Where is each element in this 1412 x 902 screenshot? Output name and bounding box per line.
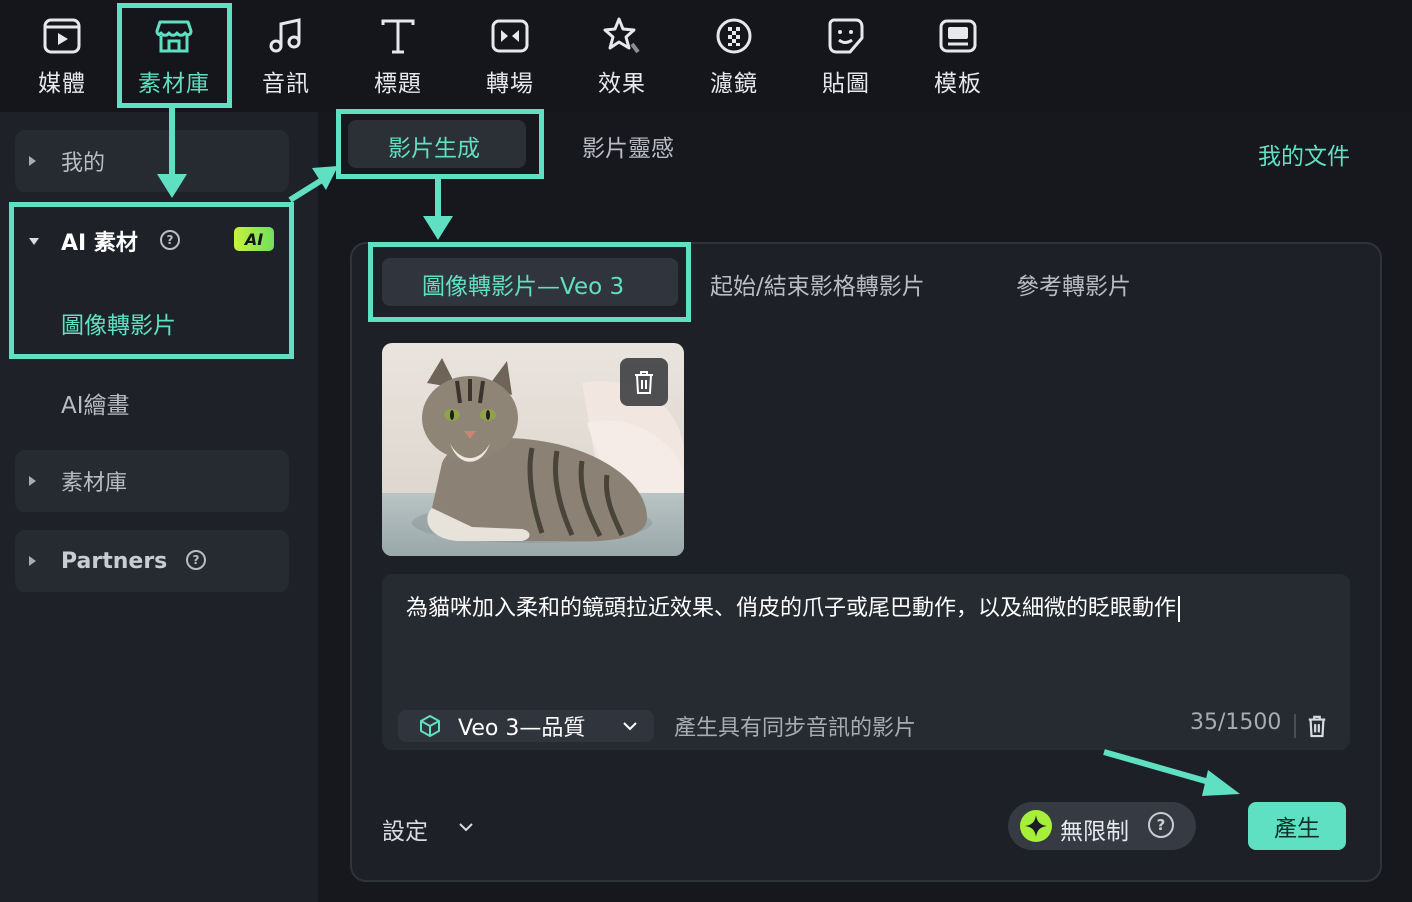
- generation-panel: [350, 242, 1382, 882]
- prompt-text: 為貓咪加入柔和的鏡頭拉近效果、俏皮的爪子或尾巴動作，以及細微的眨眼動作: [406, 596, 1177, 621]
- subtab-image-to-video-veo3[interactable]: 圖像轉影片—Veo 3: [422, 267, 624, 301]
- unlimited-pill[interactable]: 無限制 ?: [1008, 802, 1196, 850]
- effects-star-icon: [600, 14, 644, 58]
- toolbar-audio-button[interactable]: 音訊: [236, 14, 336, 100]
- settings-label: 設定: [382, 819, 428, 845]
- sidebar-item-label: 素材庫: [61, 471, 128, 496]
- tab-video-inspiration[interactable]: 影片靈感: [582, 129, 674, 163]
- help-icon[interactable]: ?: [186, 550, 206, 570]
- toolbar-label: 素材庫: [138, 71, 210, 97]
- sidebar-item-label: AI 素材: [61, 231, 138, 256]
- toolbar-templates-button[interactable]: 模板: [908, 14, 1008, 100]
- text-t-icon: [376, 14, 420, 58]
- clear-prompt-button[interactable]: [1306, 714, 1328, 742]
- sidebar-item-partners[interactable]: Partners ?: [15, 530, 289, 592]
- trash-icon: [1308, 715, 1326, 738]
- unlimited-label: 無限制: [1060, 819, 1129, 845]
- music-note-icon: [264, 14, 308, 58]
- audio-sync-hint: 產生具有同步音訊的影片: [674, 716, 917, 741]
- tab-video-generation[interactable]: 影片生成: [388, 129, 480, 163]
- my-files-link[interactable]: 我的文件: [1258, 137, 1350, 171]
- transition-icon: [488, 14, 532, 58]
- store-icon: [152, 14, 196, 58]
- toolbar-label: 轉場: [486, 71, 534, 97]
- top-toolbar: 媒體 素材庫 音訊 標題 轉場 效果 濾鏡 貼圖 模板: [0, 0, 1412, 112]
- text-cursor: [1178, 596, 1181, 622]
- toolbar-label: 標題: [374, 71, 422, 97]
- sidebar-item-image-to-video[interactable]: 圖像轉影片: [61, 306, 176, 340]
- toolbar-label: 模板: [934, 71, 982, 97]
- sidebar-item-ai-assets[interactable]: AI 素材 ? AI: [15, 210, 289, 272]
- template-icon: [936, 14, 980, 58]
- settings-toggle[interactable]: 設定: [382, 812, 473, 846]
- generate-label: 產生: [1274, 816, 1320, 842]
- ai-badge: AI: [234, 227, 274, 251]
- sticker-icon: [824, 14, 868, 58]
- credits-star-icon: [1020, 810, 1052, 842]
- generate-button[interactable]: 產生: [1248, 802, 1346, 850]
- filter-icon: [712, 14, 756, 58]
- caret-right-icon: [29, 156, 36, 166]
- toolbar-label: 貼圖: [822, 71, 870, 97]
- media-icon: [40, 14, 84, 58]
- toolbar-filters-button[interactable]: 濾鏡: [684, 14, 784, 100]
- help-icon[interactable]: ?: [160, 230, 180, 250]
- model-select-value: Veo 3—品質: [458, 716, 586, 741]
- trash-icon: [635, 371, 653, 394]
- prompt-textarea[interactable]: 為貓咪加入柔和的鏡頭拉近效果、俏皮的爪子或尾巴動作，以及細微的眨眼動作 Veo …: [382, 574, 1350, 750]
- sidebar-item-label: 我的: [61, 151, 106, 176]
- help-icon[interactable]: ?: [1148, 812, 1174, 838]
- toolbar-transitions-button[interactable]: 轉場: [460, 14, 560, 100]
- toolbar-label: 音訊: [262, 71, 310, 97]
- sidebar-item-library[interactable]: 素材庫: [15, 450, 289, 512]
- sidebar-item-ai-painting[interactable]: AI繪畫: [61, 386, 130, 420]
- chevron-down-icon: [459, 823, 473, 832]
- delete-image-button[interactable]: [620, 358, 668, 406]
- cube-icon: [420, 715, 440, 737]
- caret-right-icon: [29, 556, 36, 566]
- chevron-down-icon: [623, 722, 637, 731]
- divider: [1294, 714, 1296, 738]
- caret-right-icon: [29, 476, 36, 486]
- toolbar-label: 效果: [598, 71, 646, 97]
- toolbar-media-button[interactable]: 媒體: [12, 14, 112, 100]
- toolbar-titles-button[interactable]: 標題: [348, 14, 448, 100]
- toolbar-label: 媒體: [38, 71, 86, 97]
- subtab-start-end-frame[interactable]: 起始/結束影格轉影片: [710, 267, 925, 301]
- char-count: 35/1500: [1190, 710, 1282, 735]
- caret-down-icon: [29, 237, 39, 245]
- model-select[interactable]: Veo 3—品質: [398, 710, 654, 742]
- prompt-text-wrapper: 為貓咪加入柔和的鏡頭拉近效果、俏皮的爪子或尾巴動作，以及細微的眨眼動作: [406, 590, 1181, 622]
- toolbar-library-button[interactable]: 素材庫: [124, 14, 224, 100]
- toolbar-effects-button[interactable]: 效果: [572, 14, 672, 100]
- toolbar-stickers-button[interactable]: 貼圖: [796, 14, 896, 100]
- toolbar-label: 濾鏡: [710, 71, 758, 97]
- sidebar-item-mine[interactable]: 我的: [15, 130, 289, 192]
- sidebar-item-label: Partners: [61, 548, 168, 574]
- subtab-reference-to-video[interactable]: 參考轉影片: [1016, 267, 1131, 301]
